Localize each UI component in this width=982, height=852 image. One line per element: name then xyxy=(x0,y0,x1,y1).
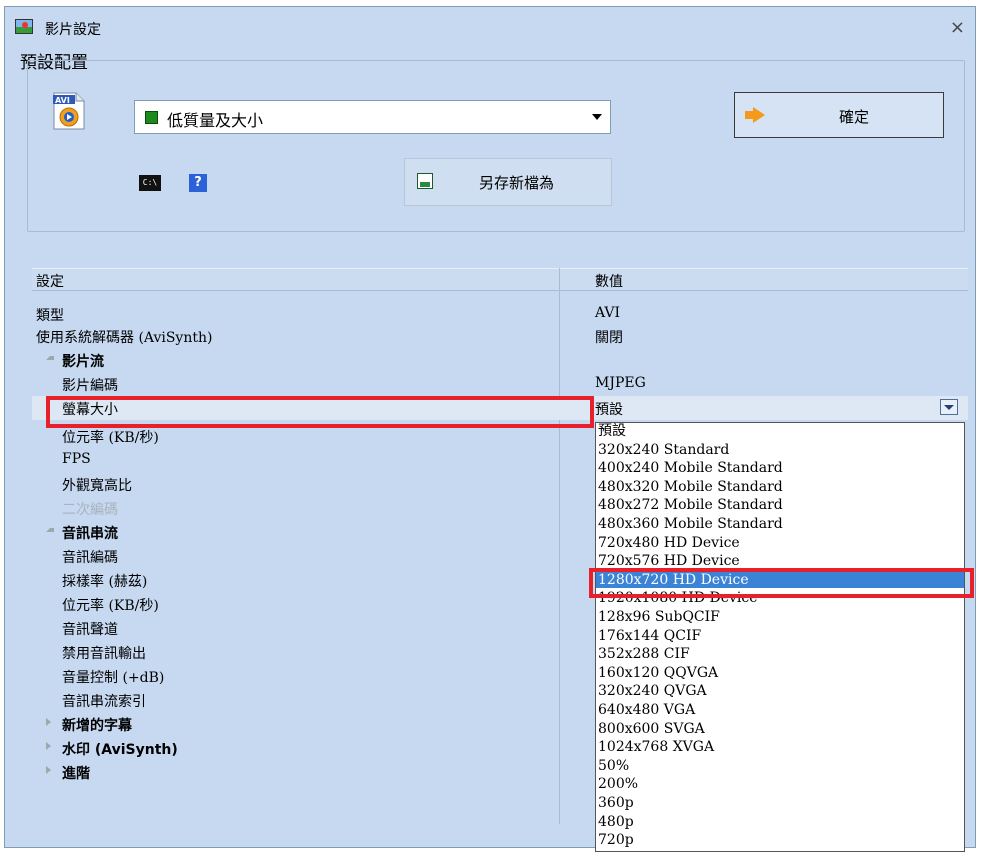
property-label: 影片流 xyxy=(62,354,104,370)
preset-color-icon xyxy=(145,111,158,124)
dropdown-option[interactable]: 352x288 CIF xyxy=(596,646,964,662)
property-label: 水印 (AviSynth) xyxy=(62,742,178,758)
dropdown-option[interactable]: 預設 xyxy=(596,423,964,439)
property-label: 類型 xyxy=(36,308,64,324)
property-row[interactable]: 類型 AVI xyxy=(32,303,968,324)
property-value: MJPEG xyxy=(595,375,646,391)
chevron-down-icon xyxy=(592,114,602,120)
property-value: 預設 xyxy=(595,402,623,418)
property-value: 關閉 xyxy=(595,330,623,346)
property-label: 採樣率 (赫茲) xyxy=(62,574,148,590)
save-as-button-label: 另存新檔為 xyxy=(479,174,555,192)
collapse-triangle-icon[interactable] xyxy=(46,718,51,726)
dropdown-option[interactable]: 640x480 VGA xyxy=(596,702,964,718)
dropdown-option[interactable]: 480p xyxy=(596,814,964,830)
highlight-box-selected-option xyxy=(589,568,974,598)
property-label: 新增的字幕 xyxy=(62,718,132,734)
property-label: FPS xyxy=(62,451,91,467)
expand-triangle-icon[interactable] xyxy=(46,528,54,532)
dropdown-option[interactable]: 720x480 HD Device xyxy=(596,535,964,551)
expand-triangle-icon[interactable] xyxy=(46,356,54,360)
ok-button[interactable]: 確定 xyxy=(734,92,944,138)
property-label: 音訊串流 xyxy=(62,526,118,542)
property-label: 外觀寬高比 xyxy=(62,478,132,494)
dropdown-option[interactable]: 128x96 SubQCIF xyxy=(596,609,964,625)
dropdown-option[interactable]: 1024x768 XVGA xyxy=(596,739,964,755)
dropdown-option[interactable]: 176x144 QCIF xyxy=(596,628,964,644)
property-label: 使用系統解碼器 (AviSynth) xyxy=(36,330,213,346)
grid-header: 設定 數值 xyxy=(32,268,968,291)
property-value: AVI xyxy=(595,305,621,321)
floppy-disk-icon xyxy=(417,173,433,189)
dropdown-option[interactable]: 720x576 HD Device xyxy=(596,553,964,569)
preset-select[interactable]: 低質量及大小 xyxy=(134,100,611,134)
dropdown-option[interactable]: 320x240 QVGA xyxy=(596,683,964,699)
arrow-right-icon xyxy=(745,107,765,123)
ok-button-label: 確定 xyxy=(839,108,870,126)
property-label: 二次編碼 xyxy=(62,502,118,518)
property-label: 音訊編碼 xyxy=(62,550,118,566)
property-row[interactable]: 影片編碼 MJPEG xyxy=(32,373,968,394)
collapse-triangle-icon[interactable] xyxy=(46,766,51,774)
property-label: 音訊串流索引 xyxy=(62,694,146,710)
preset-select-value: 低質量及大小 xyxy=(167,111,264,130)
property-label: 音訊聲道 xyxy=(62,622,118,638)
svg-text:AVI: AVI xyxy=(55,96,70,105)
dropdown-option[interactable]: 360p xyxy=(596,795,964,811)
grid-header-setting: 設定 xyxy=(36,274,64,290)
dropdown-option[interactable]: 800x600 SVGA xyxy=(596,721,964,737)
property-label: 位元率 (KB/秒) xyxy=(62,598,159,614)
dropdown-option[interactable]: 400x240 Mobile Standard xyxy=(596,460,964,476)
grid-header-value: 數值 xyxy=(595,274,623,290)
picture-icon xyxy=(15,19,33,34)
dropdown-option[interactable]: 480x272 Mobile Standard xyxy=(596,497,964,513)
dropdown-option[interactable]: 480x320 Mobile Standard xyxy=(596,479,964,495)
dropdown-option[interactable]: 720p xyxy=(596,832,964,848)
property-label: 位元率 (KB/秒) xyxy=(62,430,159,446)
dropdown-option[interactable]: 200% xyxy=(596,776,964,792)
help-icon[interactable]: ? xyxy=(189,174,207,192)
avi-file-icon: AVI xyxy=(53,92,85,130)
highlight-box-screen-size xyxy=(46,396,594,428)
save-as-button[interactable]: 另存新檔為 xyxy=(404,158,612,206)
collapse-triangle-icon[interactable] xyxy=(46,742,51,750)
title-bar: 影片設定 × xyxy=(5,7,975,47)
property-row[interactable]: 使用系統解碼器 (AviSynth) 關閉 xyxy=(32,325,968,346)
property-label: 禁用音訊輸出 xyxy=(62,646,146,662)
close-icon[interactable]: × xyxy=(950,17,965,38)
category-row[interactable]: 影片流 xyxy=(32,349,968,370)
dropdown-option[interactable]: 480x360 Mobile Standard xyxy=(596,516,964,532)
preset-group xyxy=(27,60,965,232)
dropdown-option[interactable]: 50% xyxy=(596,758,964,774)
command-line-icon[interactable]: C:\ xyxy=(139,175,161,191)
property-label: 進階 xyxy=(62,766,90,782)
property-label: 影片編碼 xyxy=(62,378,118,394)
screen-size-dropdown-list[interactable]: 預設 320x240 Standard 400x240 Mobile Standar… xyxy=(595,422,965,852)
property-label: 音量控制 (+dB) xyxy=(62,670,165,686)
dropdown-option[interactable]: 160x120 QQVGA xyxy=(596,665,964,681)
window-title: 影片設定 xyxy=(45,22,101,38)
dropdown-option[interactable]: 320x240 Standard xyxy=(596,442,964,458)
dropdown-arrow-icon[interactable] xyxy=(940,399,958,415)
